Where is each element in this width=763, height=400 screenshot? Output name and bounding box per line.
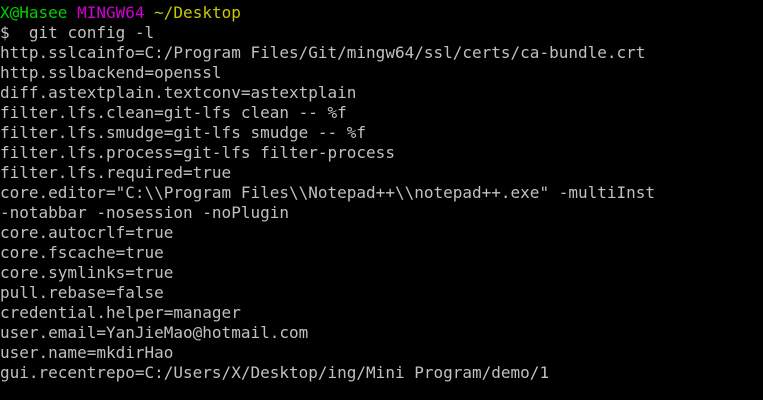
- prompt-user-host: X@Hasee: [0, 3, 68, 22]
- prompt-line: X@Hasee MINGW64 ~/Desktop: [0, 3, 763, 23]
- output-line: pull.rebase=false: [0, 283, 164, 302]
- terminal-window[interactable]: X@Hasee MINGW64 ~/Desktop $ git config -…: [0, 0, 763, 400]
- output-line: user.email=YanJieMao@hotmail.com: [0, 323, 309, 342]
- command-line: $ git config -l: [0, 23, 763, 43]
- output-line: filter.lfs.smudge=git-lfs smudge -- %f: [0, 123, 367, 142]
- output-line: core.editor="C:\\Program Files\\Notepad+…: [0, 183, 656, 202]
- output-line: core.autocrlf=true: [0, 223, 174, 242]
- command-text: git config -l: [28, 23, 155, 42]
- output-line: credential.helper=manager: [0, 303, 241, 322]
- output-line: core.symlinks=true: [0, 263, 174, 282]
- output-line: filter.lfs.required=true: [0, 163, 232, 182]
- output-line: filter.lfs.clean=git-lfs clean -- %f: [0, 103, 347, 122]
- output-line: -notabbar -nosession -noPlugin: [0, 203, 289, 222]
- output-line: http.sslcainfo=C:/Program Files/Git/ming…: [0, 43, 646, 62]
- output-line: gui.recentrepo=C:/Users/X/Desktop/ing/Mi…: [0, 363, 550, 382]
- output-line: user.name=mkdirHao: [0, 343, 174, 362]
- prompt-cwd: ~/Desktop: [154, 3, 241, 22]
- output-line: filter.lfs.process=git-lfs filter-proces…: [0, 143, 395, 162]
- output-line: diff.astextplain.textconv=astextplain: [0, 83, 357, 102]
- output-line: http.sslbackend=openssl: [0, 63, 222, 82]
- prompt-symbol: $: [0, 23, 10, 42]
- prompt-shell: MINGW64: [77, 3, 145, 22]
- output-line: core.fscache=true: [0, 243, 164, 262]
